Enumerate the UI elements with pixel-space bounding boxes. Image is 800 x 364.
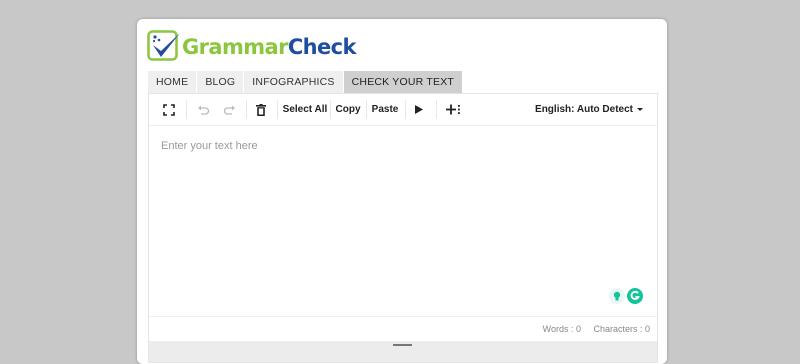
- toolbar-divider: [246, 100, 247, 119]
- toolbar-divider: [186, 100, 187, 119]
- language-dropdown[interactable]: English: Auto Detect: [535, 94, 643, 125]
- toolbar-divider: [405, 100, 406, 119]
- resize-bar[interactable]: [149, 341, 657, 362]
- insert-button[interactable]: [443, 94, 463, 125]
- fullscreen-button[interactable]: [159, 94, 179, 125]
- text-editor: Select All Copy Paste English: Auto Dete…: [148, 93, 658, 363]
- resize-handle-icon[interactable]: [393, 344, 412, 346]
- main-card: GrammarCheck HOME BLOG INFOGRAPHICS CHEC…: [137, 19, 667, 364]
- toolbar-divider: [277, 100, 278, 119]
- redo-button[interactable]: [219, 94, 239, 125]
- chevron-down-icon: [637, 108, 643, 111]
- logo[interactable]: GrammarCheck: [147, 29, 356, 65]
- logo-word-check: Check: [287, 34, 357, 59]
- insert-icon: [445, 104, 460, 115]
- tab-check-your-text[interactable]: CHECK YOUR TEXT: [343, 71, 463, 93]
- grammarly-icon[interactable]: [627, 288, 643, 304]
- text-placeholder: Enter your text here: [161, 140, 258, 152]
- word-count: Words : 0: [542, 324, 581, 334]
- tab-home[interactable]: HOME: [148, 71, 197, 93]
- grammarly-widget[interactable]: [609, 287, 645, 305]
- tab-blog[interactable]: BLOG: [197, 71, 244, 93]
- status-bar: Words : 0 Characters : 0: [149, 316, 657, 341]
- fullscreen-icon: [163, 103, 175, 116]
- character-count: Characters : 0: [593, 324, 650, 334]
- toolbar-divider: [366, 100, 367, 119]
- toolbar-divider: [436, 100, 437, 119]
- toolbar-divider: [330, 100, 331, 119]
- play-button[interactable]: [411, 94, 427, 125]
- select-all-button[interactable]: Select All: [282, 94, 328, 125]
- undo-button[interactable]: [193, 94, 213, 125]
- tab-infographics[interactable]: INFOGRAPHICS: [244, 71, 343, 93]
- delete-button[interactable]: [251, 94, 271, 125]
- lightbulb-icon[interactable]: [609, 288, 625, 304]
- language-label: English: Auto Detect: [535, 104, 633, 115]
- text-input-area[interactable]: Enter your text here: [149, 126, 657, 316]
- redo-icon: [223, 105, 235, 115]
- logo-check-icon: [147, 30, 180, 61]
- logo-word-grammar: Grammar: [182, 34, 288, 59]
- paste-button[interactable]: Paste: [370, 94, 400, 125]
- copy-button[interactable]: Copy: [334, 94, 362, 125]
- play-icon: [415, 105, 423, 114]
- main-nav: HOME BLOG INFOGRAPHICS CHECK YOUR TEXT: [148, 71, 463, 93]
- editor-toolbar: Select All Copy Paste English: Auto Dete…: [149, 94, 657, 126]
- undo-icon: [197, 105, 209, 115]
- logo-text: GrammarCheck: [182, 34, 357, 59]
- trash-icon: [256, 103, 266, 116]
